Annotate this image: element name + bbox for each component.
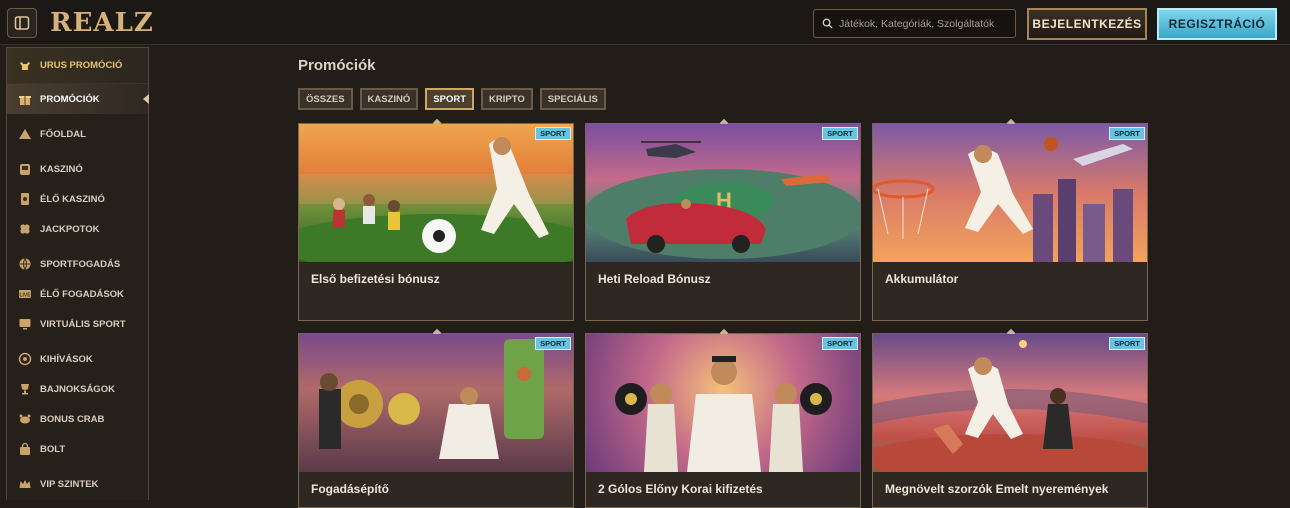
promotion-image: H SPORT xyxy=(586,124,860,262)
sidebar-item-sports-betting[interactable]: SPORTFOGADÁS xyxy=(7,249,148,279)
sidebar: URUS PROMÓCIÓ PROMÓCIÓK FŐOLDAL KASZINÓ … xyxy=(6,47,149,500)
sidebar-item-label: JACKPOTOK xyxy=(40,223,100,235)
sidebar-toggle-button[interactable] xyxy=(7,8,37,38)
promotion-card[interactable]: SPORT Fogadásépítő xyxy=(298,328,574,508)
sidebar-item-vip-levels[interactable]: VIP SZINTEK xyxy=(7,469,148,499)
tab-casino[interactable]: KASZINÓ xyxy=(359,88,419,110)
promotion-title: Fogadásépítő xyxy=(311,482,390,496)
sidebar-item-label: ÉLŐ FOGADÁSOK xyxy=(40,288,124,300)
sidebar-item-label: SPORTFOGADÁS xyxy=(40,258,121,270)
search-icon xyxy=(822,18,833,29)
svg-text:LIVE: LIVE xyxy=(19,293,31,299)
promotion-title: Akkumulátor xyxy=(885,272,959,286)
sidebar-item-shop[interactable]: BOLT xyxy=(7,434,148,464)
promotion-image: SPORT xyxy=(873,334,1147,472)
sidebar-toggle-icon xyxy=(14,16,30,30)
sidebar-item-casino[interactable]: KASZINÓ xyxy=(7,154,148,184)
promotion-filter-tabs: ÖSSZES KASZINÓ SPORT KRIPTO SPECIÁLIS xyxy=(298,88,606,110)
sidebar-item-tournaments[interactable]: BAJNOKSÁGOK xyxy=(7,374,148,404)
promotion-card[interactable]: H SPORT Heti Reload Bónusz xyxy=(585,118,861,321)
sidebar-item-label: VIP SZINTEK xyxy=(40,478,99,490)
ball-icon xyxy=(18,257,32,271)
login-button[interactable]: BEJELENTKEZÉS xyxy=(1027,8,1147,40)
clover-icon xyxy=(18,222,32,236)
trophy-icon xyxy=(18,382,32,396)
cards-icon xyxy=(18,192,32,206)
page-title: Promóciók xyxy=(298,57,376,74)
promotion-title: 2 Gólos Előny Korai kifizetés xyxy=(598,482,763,496)
sidebar-item-virtual-sports[interactable]: VIRTUÁLIS SPORT xyxy=(7,309,148,339)
sidebar-item-urus-promotion[interactable]: URUS PROMÓCIÓ xyxy=(7,48,148,84)
promotion-card[interactable]: SPORT Első befizetési bónusz xyxy=(298,118,574,321)
crab-icon xyxy=(18,412,32,426)
sidebar-item-promotions[interactable]: PROMÓCIÓK xyxy=(7,84,149,114)
promotion-card[interactable]: SPORT 2 Gólos Előny Korai kifizetés xyxy=(585,328,861,508)
sidebar-item-label: VIRTUÁLIS SPORT xyxy=(40,318,126,330)
sport-badge: SPORT xyxy=(822,127,858,140)
gift-icon xyxy=(18,92,32,106)
sidebar-item-jackpots[interactable]: JACKPOTOK xyxy=(7,214,148,244)
sport-badge: SPORT xyxy=(822,337,858,350)
tab-sport[interactable]: SPORT xyxy=(425,88,475,110)
tab-crypto[interactable]: KRIPTO xyxy=(481,88,533,110)
bag-icon xyxy=(18,442,32,456)
sidebar-item-label: BONUS CRAB xyxy=(40,413,105,425)
search-placeholder: Játékok, Kategóriák, Szolgáltatók xyxy=(839,17,995,30)
sidebar-item-label: PROMÓCIÓK xyxy=(40,93,100,105)
promotion-image: SPORT xyxy=(299,334,573,472)
top-bar: REALZ Játékok, Kategóriák, Szolgáltatók … xyxy=(0,0,1290,45)
sport-badge: SPORT xyxy=(1109,337,1145,350)
sidebar-item-live-betting[interactable]: LIVE ÉLŐ FOGADÁSOK xyxy=(7,279,148,309)
sidebar-item-challenges[interactable]: KIHÍVÁSOK xyxy=(7,344,148,374)
tab-special[interactable]: SPECIÁLIS xyxy=(539,88,606,110)
sidebar-item-live-casino[interactable]: ÉLŐ KASZINÓ xyxy=(7,184,148,214)
sidebar-item-label: KASZINÓ xyxy=(40,163,83,175)
promotion-title: Első befizetési bónusz xyxy=(311,272,440,286)
register-button[interactable]: REGISZTRÁCIÓ xyxy=(1157,8,1277,40)
casino-chip-icon xyxy=(18,162,32,176)
sport-badge: SPORT xyxy=(1109,127,1145,140)
promotion-image: SPORT xyxy=(299,124,573,262)
live-icon: LIVE xyxy=(18,287,32,301)
sport-badge: SPORT xyxy=(535,337,571,350)
sidebar-item-label: KIHÍVÁSOK xyxy=(40,353,93,365)
sidebar-item-label: FŐOLDAL xyxy=(40,128,86,140)
sidebar-item-label: BOLT xyxy=(40,443,66,455)
promotion-title: Megnövelt szorzók Emelt nyeremények xyxy=(885,482,1109,496)
pyramid-icon xyxy=(18,127,32,141)
realz-logo[interactable]: REALZ xyxy=(50,8,154,38)
promotion-card[interactable]: SPORT Akkumulátor xyxy=(872,118,1148,321)
crown-icon xyxy=(18,477,32,491)
tab-all[interactable]: ÖSSZES xyxy=(298,88,353,110)
promotion-image: SPORT xyxy=(586,334,860,472)
search-input[interactable]: Játékok, Kategóriák, Szolgáltatók xyxy=(813,9,1016,38)
promotion-title: Heti Reload Bónusz xyxy=(598,272,711,286)
target-icon xyxy=(18,352,32,366)
screen-icon xyxy=(18,317,32,331)
bull-icon xyxy=(18,59,32,73)
sidebar-item-home[interactable]: FŐOLDAL xyxy=(7,119,148,149)
promotion-image: SPORT xyxy=(873,124,1147,262)
sport-badge: SPORT xyxy=(535,127,571,140)
sidebar-item-label: URUS PROMÓCIÓ xyxy=(40,60,123,71)
sidebar-item-label: ÉLŐ KASZINÓ xyxy=(40,193,105,205)
promotion-card[interactable]: SPORT Megnövelt szorzók Emelt nyereménye… xyxy=(872,328,1148,508)
sidebar-item-label: BAJNOKSÁGOK xyxy=(40,383,115,395)
sidebar-item-bonus-crab[interactable]: BONUS CRAB xyxy=(7,404,148,434)
